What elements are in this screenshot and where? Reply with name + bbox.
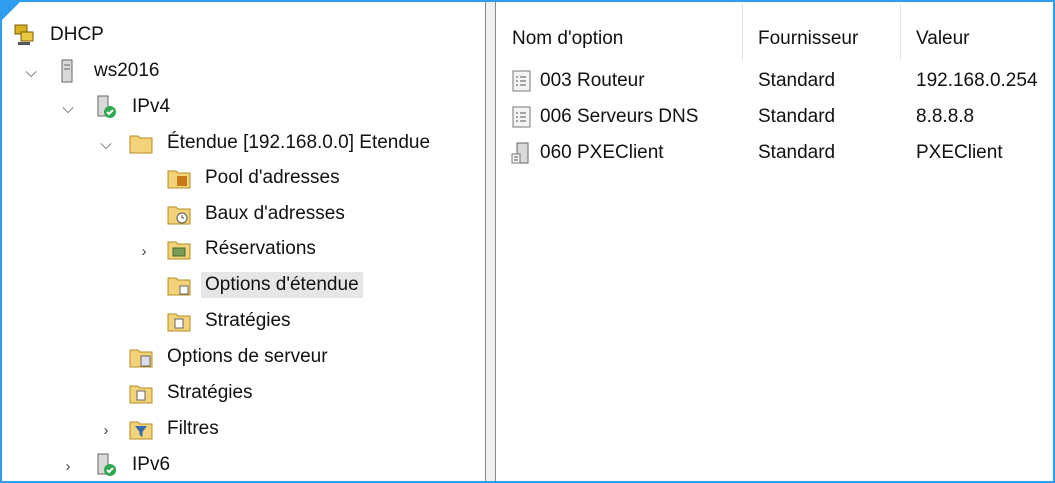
option-vendor: Standard	[758, 142, 836, 163]
tree-label-server: ws2016	[94, 60, 160, 81]
server-icon	[56, 59, 80, 83]
ipv6-server-icon	[94, 453, 118, 477]
filter-icon	[129, 417, 153, 441]
options-list[interactable]: Nom d'option Fournisseur Valeur 003 Rout…	[496, 2, 1053, 481]
chevron-right-icon[interactable]: ›	[58, 456, 78, 476]
tree-node-filters[interactable]: Filtres	[129, 412, 223, 446]
tree-node-scope[interactable]: Étendue [192.168.0.0] Etendue	[129, 126, 434, 160]
tree-node-leases[interactable]: Baux d'adresses	[167, 197, 349, 231]
tree-label-ipv4: IPv4	[132, 96, 171, 117]
tree-label-pool: Pool d'adresses	[205, 167, 340, 188]
tree-label-reservations: Réservations	[205, 238, 316, 259]
chevron-down-icon[interactable]: ⌵	[96, 134, 116, 154]
tree-node-dhcp[interactable]: DHCP	[12, 18, 108, 52]
tree-label-server-options: Options de serveur	[167, 346, 328, 367]
tree-node-ipv6[interactable]: IPv6	[94, 448, 174, 481]
tree-node-server[interactable]: ws2016	[56, 54, 164, 88]
column-header-name[interactable]: Nom d'option	[512, 18, 623, 60]
tree-label-dhcp: DHCP	[50, 24, 104, 45]
tree-label-scope-policies: Stratégies	[205, 310, 291, 331]
option-value: PXEClient	[916, 142, 1003, 163]
corner-decoration	[0, 0, 22, 22]
tree-node-pool[interactable]: Pool d'adresses	[167, 161, 344, 195]
option-vendor: Standard	[758, 106, 836, 127]
tree-label-scope-options: Options d'étendue	[201, 272, 363, 298]
option-name: 006 Serveurs DNS	[540, 106, 699, 127]
server-options-icon	[129, 345, 153, 369]
pane-splitter[interactable]	[485, 2, 496, 481]
console-tree[interactable]: DHCP ⌵ ws2016 ⌵ IPv4 ⌵ Étendue [192.168.…	[2, 2, 485, 481]
policies-icon	[167, 309, 191, 333]
chevron-right-icon[interactable]: ›	[134, 241, 154, 261]
tree-label-server-policies: Stratégies	[167, 382, 253, 403]
ipv4-server-icon	[94, 95, 118, 119]
chevron-down-icon[interactable]: ⌵	[58, 98, 78, 118]
tree-node-scope-policies[interactable]: Stratégies	[167, 304, 295, 338]
list-item[interactable]: 003 Routeur	[510, 65, 645, 97]
tree-node-reservations[interactable]: Réservations	[167, 232, 320, 266]
options-folder-icon	[167, 273, 191, 297]
list-item[interactable]: 006 Serveurs DNS	[510, 101, 698, 133]
tree-node-ipv4[interactable]: IPv4	[94, 90, 174, 124]
column-header-value[interactable]: Valeur	[916, 18, 970, 60]
option-icon	[510, 105, 534, 129]
option-vendor: Standard	[758, 70, 836, 91]
option-name: 003 Routeur	[540, 70, 645, 91]
option-value: 8.8.8.8	[916, 106, 975, 127]
chevron-right-icon[interactable]: ›	[96, 420, 116, 440]
address-pool-icon	[167, 166, 191, 190]
tree-label-scope: Étendue [192.168.0.0] Etendue	[167, 132, 431, 153]
tree-node-scope-options[interactable]: Options d'étendue	[167, 268, 363, 302]
folder-icon	[129, 131, 153, 155]
column-header-vendor[interactable]: Fournisseur	[758, 18, 858, 60]
option-icon	[510, 69, 534, 93]
tree-node-server-policies[interactable]: Stratégies	[129, 376, 257, 410]
policies-icon	[129, 381, 153, 405]
chevron-down-icon[interactable]: ⌵	[21, 62, 41, 82]
reservations-icon	[167, 237, 191, 261]
dhcp-icon	[12, 23, 36, 47]
option-value: 192.168.0.254	[916, 70, 1038, 91]
option-name: 060 PXEClient	[540, 142, 664, 163]
tree-label-leases: Baux d'adresses	[205, 203, 345, 224]
tree-node-server-options[interactable]: Options de serveur	[129, 340, 332, 374]
column-divider[interactable]	[742, 4, 743, 60]
server-option-icon	[510, 141, 534, 165]
column-divider[interactable]	[900, 4, 901, 60]
tree-label-filters: Filtres	[167, 418, 219, 439]
address-leases-icon	[167, 202, 191, 226]
list-item[interactable]: 060 PXEClient	[510, 137, 664, 169]
tree-label-ipv6: IPv6	[132, 454, 171, 475]
